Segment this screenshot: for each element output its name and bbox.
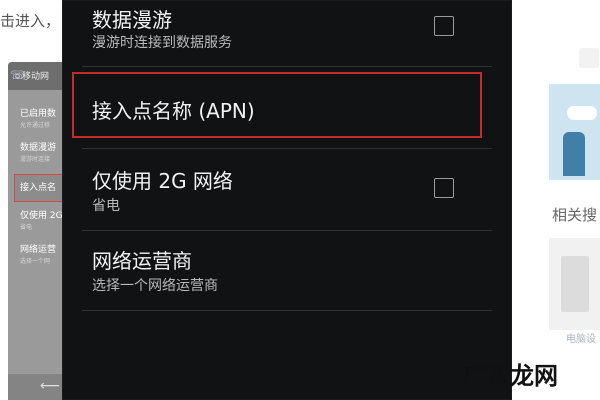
background-related-panel: 相关搜 电脑设 [512, 0, 600, 400]
thumbnail-screenshot: ☏ 移动网 已启用数 允许通过移 数据漫游 漫游时连接 接入点名 仅使用 2G … [8, 62, 62, 400]
setting-title: 仅使用 2G 网络 [92, 169, 233, 193]
background-article-left: 击进入， ☏ 移动网 已启用数 允许通过移 数据漫游 漫游时连接 接入点名 仅使… [0, 0, 62, 400]
cloud-shape [567, 106, 597, 120]
thumbnail-item: 已启用数 允许通过移 [20, 106, 62, 129]
apn-highlight-box [72, 72, 482, 138]
related-computer-thumbnail[interactable] [549, 238, 600, 330]
thumbnail-item: 仅使用 2G 省电 [20, 208, 62, 231]
setting-subtitle: 省电 [92, 198, 120, 214]
related-caption[interactable]: 电脑设 [566, 330, 596, 345]
related-image-thumbnail[interactable] [549, 84, 600, 180]
watermark-logo-text: 广东龙网 [462, 361, 558, 390]
thumbnail-header-title: 移动网 [22, 72, 50, 82]
thumbnail-item-sub: 省电 [20, 224, 33, 231]
thumbnail-item-title: 数据漫游 [20, 143, 57, 153]
computer-icon [561, 256, 589, 312]
thumbnail-item-title: 仅使用 2G [20, 211, 62, 221]
thumbnail-item: 接入点名 [20, 180, 62, 193]
thumbnail-item-sub: 选择一个网 [20, 258, 51, 265]
setting-title: 网络运营商 [92, 249, 192, 273]
2g-only-checkbox[interactable] [434, 178, 454, 198]
mobile-network-settings-screen: 数据漫游 漫游时连接到数据服务 接入点名称 (APN) 仅使用 2G 网络 省电… [62, 0, 512, 400]
article-text-fragment: 击进入， [0, 12, 61, 30]
share-icon [579, 48, 599, 68]
related-search-label: 相关搜 [552, 206, 598, 224]
back-arrow-icon: ⟵ [40, 378, 61, 394]
thumbnail-item-title: 接入点名 [20, 183, 57, 193]
thumbnail-item-title: 网络运营 [20, 245, 57, 255]
figure-shape [563, 132, 585, 176]
thumbnail-item-title: 已启用数 [20, 109, 57, 119]
thumbnail-item: 数据漫游 漫游时连接 [20, 140, 62, 163]
thumbnail-nav-bar: ⟵ [8, 374, 62, 400]
thumbnail-header: ☏ 移动网 [8, 62, 62, 90]
setting-title: 数据漫游 [92, 8, 172, 32]
setting-row-network-operator[interactable]: 网络运营商 选择一个网络运营商 [62, 231, 512, 309]
setting-subtitle: 漫游时连接到数据服务 [92, 35, 232, 51]
setting-subtitle: 选择一个网络运营商 [92, 278, 218, 294]
setting-row-data-roaming[interactable]: 数据漫游 漫游时连接到数据服务 [62, 0, 512, 66]
divider [82, 310, 492, 311]
thumbnail-item-sub: 漫游时连接 [20, 156, 51, 163]
thumbnail-item-sub: 允许通过移 [20, 122, 51, 129]
data-roaming-checkbox[interactable] [434, 16, 454, 36]
thumbnail-item: 网络运营 选择一个网 [20, 242, 62, 265]
setting-row-2g-only[interactable]: 仅使用 2G 网络 省电 [62, 149, 512, 229]
